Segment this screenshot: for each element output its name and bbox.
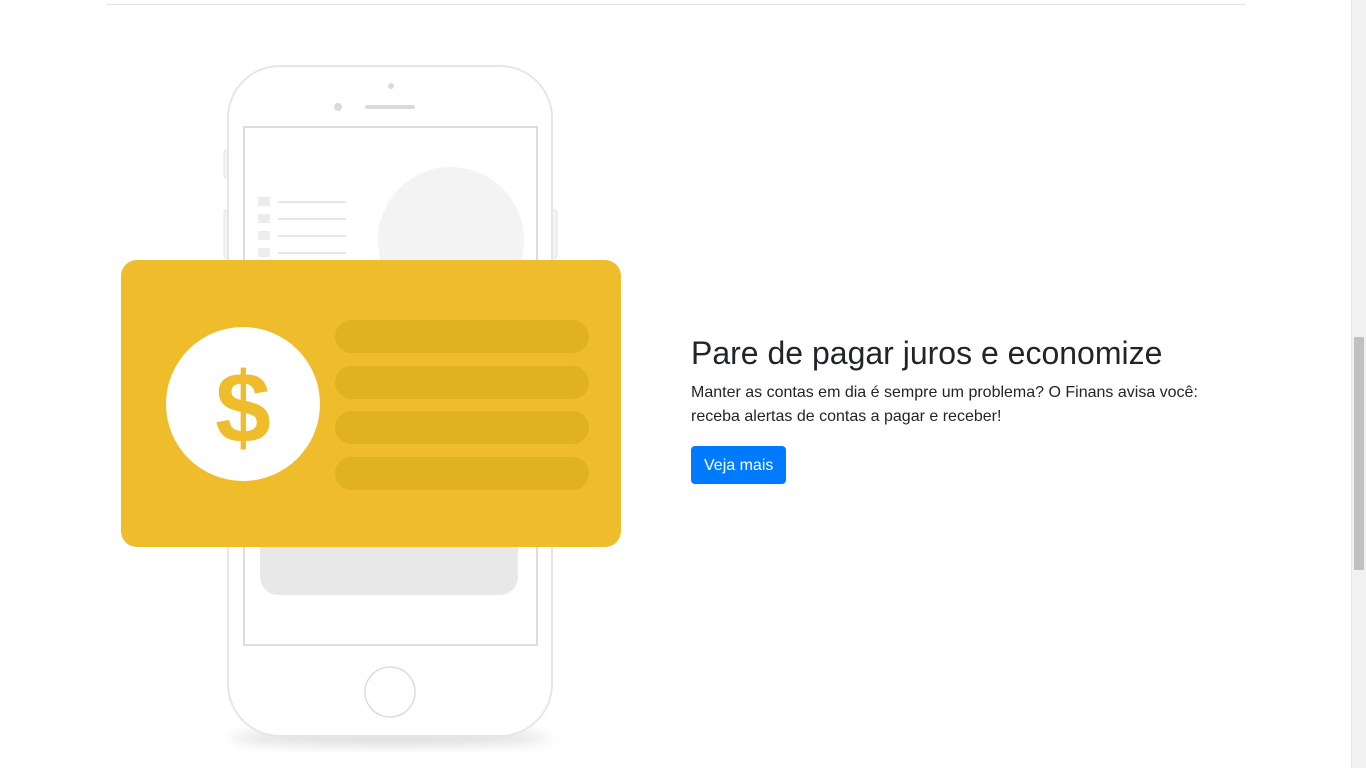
vertical-scrollbar[interactable]	[1351, 0, 1366, 768]
scrollbar-thumb[interactable]	[1354, 337, 1364, 570]
dollar-icon: $	[215, 352, 271, 464]
bill-card-icon: $	[121, 260, 621, 547]
section-divider	[106, 4, 1246, 5]
page: $ Pare de pagar juros e economize Manter…	[0, 0, 1366, 768]
feature-title: Pare de pagar juros e economize	[691, 335, 1163, 371]
veja-mais-button[interactable]: Veja mais	[691, 446, 787, 485]
feature-text: Pare de pagar juros e economize Manter a…	[691, 334, 1231, 485]
phone-card-illustration: $	[106, 50, 636, 760]
feature-description: Manter as contas em dia é sempre um prob…	[691, 384, 1198, 426]
